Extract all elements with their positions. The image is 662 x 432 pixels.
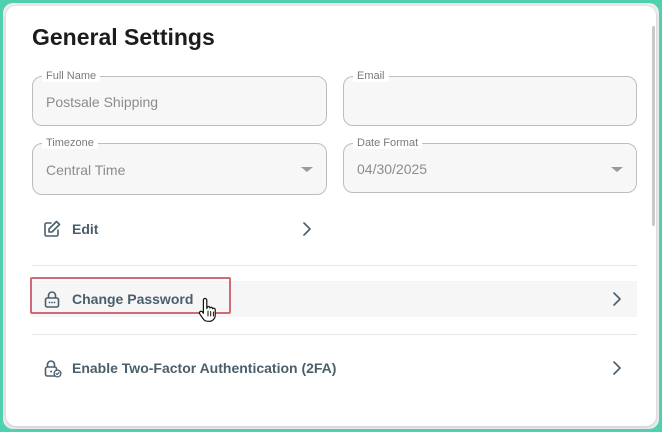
full-name-field[interactable]: Full Name Postsale Shipping bbox=[32, 70, 327, 126]
date-format-value: 04/30/2025 bbox=[357, 161, 428, 177]
settings-card: General Settings Full Name Postsale Ship… bbox=[6, 6, 656, 426]
email-label: Email bbox=[353, 70, 389, 82]
chevron-right-icon bbox=[613, 361, 621, 375]
edit-label: Edit bbox=[72, 221, 99, 237]
email-field[interactable]: Email bbox=[343, 70, 637, 126]
pencil-icon bbox=[44, 220, 61, 237]
hand-pointer-icon bbox=[198, 297, 216, 322]
full-name-value: Postsale Shipping bbox=[46, 94, 159, 110]
date-format-select[interactable]: Date Format 04/30/2025 bbox=[343, 137, 637, 193]
edit-row[interactable]: Edit bbox=[32, 211, 637, 247]
lock-check-icon bbox=[44, 360, 62, 378]
date-format-label: Date Format bbox=[353, 137, 423, 149]
full-name-label: Full Name bbox=[42, 70, 101, 82]
chevron-down-icon bbox=[611, 167, 623, 172]
chevron-right-icon bbox=[303, 222, 311, 236]
two-factor-row[interactable]: Enable Two-Factor Authentication (2FA) bbox=[32, 350, 637, 386]
timezone-select[interactable]: Timezone Central Time bbox=[32, 137, 327, 195]
two-factor-label: Enable Two-Factor Authentication (2FA) bbox=[72, 360, 337, 376]
timezone-value: Central Time bbox=[46, 162, 126, 178]
scrollbar-thumb[interactable] bbox=[652, 26, 655, 226]
chevron-right-icon bbox=[613, 292, 621, 306]
timezone-label: Timezone bbox=[42, 137, 98, 149]
chevron-down-icon bbox=[301, 167, 313, 172]
divider bbox=[32, 334, 637, 335]
scrollbar[interactable] bbox=[652, 12, 656, 422]
divider bbox=[32, 265, 637, 266]
page-title: General Settings bbox=[32, 24, 215, 50]
